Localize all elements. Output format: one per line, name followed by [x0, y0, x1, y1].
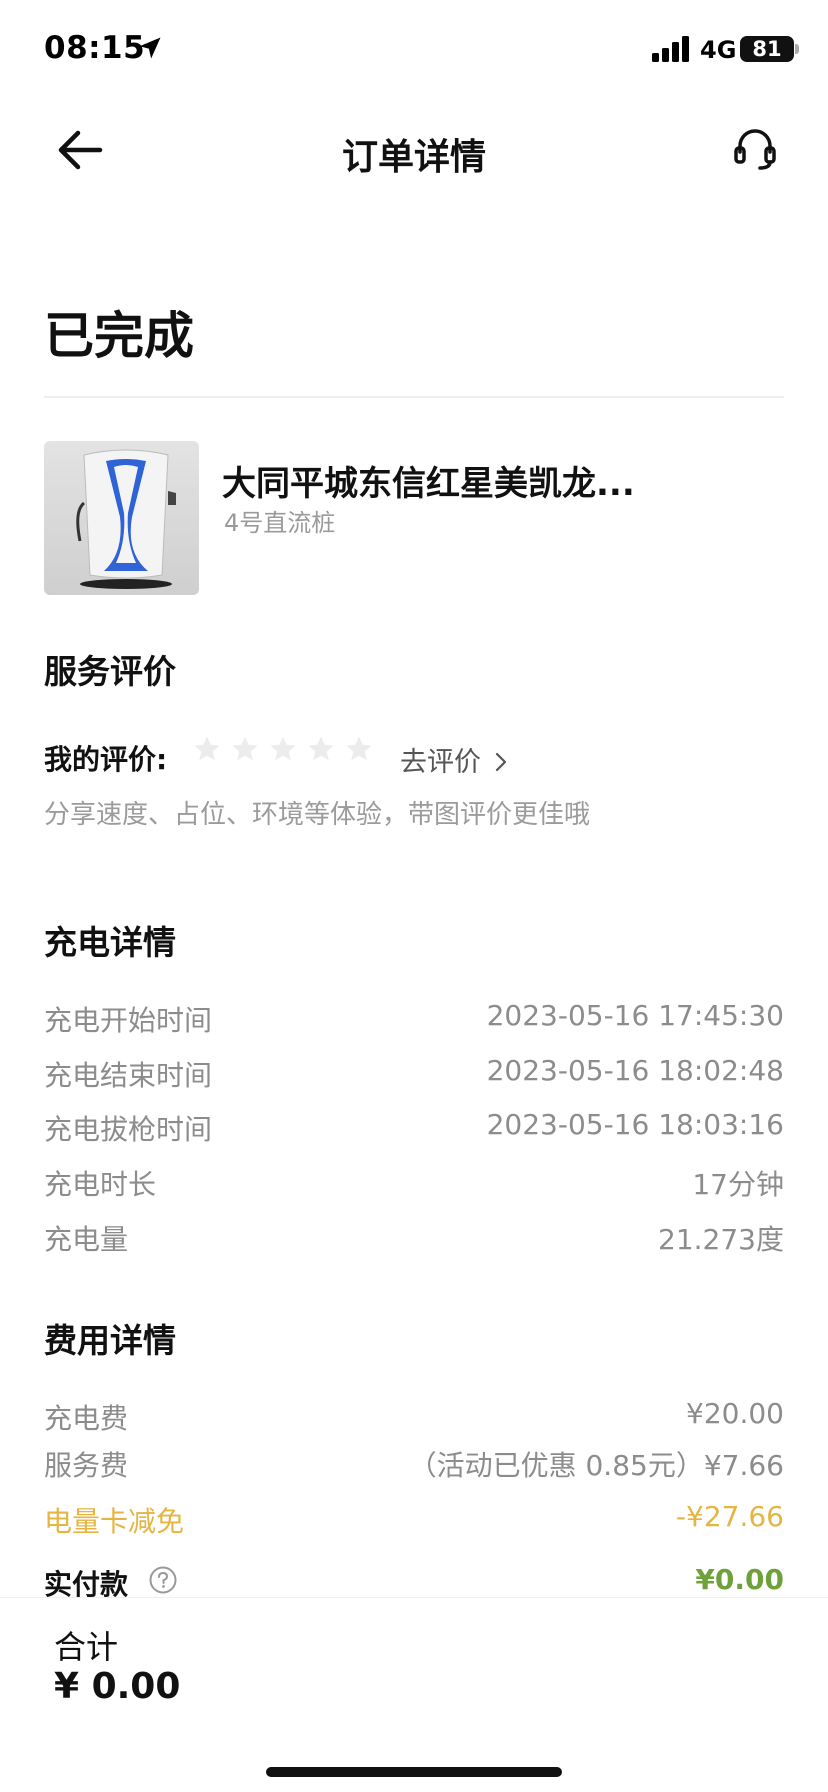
star-icon[interactable]	[268, 734, 298, 764]
detail-label: 充电时长	[44, 1168, 157, 1201]
detail-value: 2023-05-16 17:45:30	[486, 999, 784, 1032]
nav-bar: 订单详情	[0, 110, 828, 190]
fee-row-service: 服务费 （活动已优惠 0.85元）¥7.66	[44, 1444, 784, 1484]
detail-label: 充电开始时间	[44, 1004, 213, 1037]
charging-pile-label: 4号直流桩	[224, 509, 336, 537]
fee-value: （活动已优惠 0.85元）¥7.66	[408, 1449, 784, 1482]
star-icon[interactable]	[192, 734, 222, 764]
fees-section-title: 费用详情	[44, 1321, 176, 1360]
charger-illustration	[76, 449, 176, 589]
page-title: 订单详情	[341, 137, 486, 178]
detail-label: 充电量	[44, 1223, 129, 1256]
bottom-summary-bar: 合计 ¥ 0.00	[0, 1597, 828, 1792]
detail-value: 2023-05-16 18:02:48	[486, 1054, 784, 1087]
fee-label: 服务费	[44, 1449, 129, 1482]
total-label: 合计	[54, 1628, 119, 1666]
detail-label: 充电结束时间	[44, 1059, 213, 1092]
detail-row-start-time: 充电开始时间 2023-05-16 17:45:30	[44, 999, 784, 1039]
my-rating-label: 我的评价:	[44, 743, 168, 776]
status-time: 08:15	[44, 30, 146, 66]
star-icon[interactable]	[344, 734, 374, 764]
status-bar: 08:15 4G 81	[0, 0, 828, 100]
detail-value: 21.273度	[658, 1223, 784, 1256]
headset-icon[interactable]	[732, 126, 778, 172]
go-rate-label: 去评价	[400, 747, 481, 778]
network-type: 4G	[700, 36, 737, 64]
go-rate-link[interactable]: 去评价	[400, 740, 508, 779]
fee-row-card-discount: 电量卡减免 -¥27.66	[44, 1500, 784, 1540]
charging-section-title: 充电详情	[44, 923, 176, 962]
fee-value: -¥27.66	[675, 1500, 784, 1533]
star-icon[interactable]	[306, 734, 336, 764]
rating-stars[interactable]	[192, 734, 374, 770]
review-hint: 分享速度、占位、环境等体验，带图评价更佳哦	[44, 800, 591, 830]
detail-value: 2023-05-16 18:03:16	[486, 1108, 784, 1141]
question-circle-icon[interactable]	[148, 1565, 178, 1595]
fee-row-charge: 充电费 ¥20.00	[44, 1397, 784, 1437]
charger-image	[44, 441, 199, 595]
review-section-title: 服务评价	[44, 652, 176, 691]
detail-row-end-time: 充电结束时间 2023-05-16 18:02:48	[44, 1054, 784, 1094]
order-status: 已完成	[44, 307, 194, 365]
star-icon[interactable]	[230, 734, 260, 764]
chevron-right-icon	[495, 752, 506, 772]
detail-row-energy: 充电量 21.273度	[44, 1218, 784, 1258]
detail-row-duration: 充电时长 17分钟	[44, 1163, 784, 1203]
detail-label: 充电拔枪时间	[44, 1113, 213, 1146]
station-name[interactable]: 大同平城东信红星美凯龙...	[222, 456, 635, 505]
detail-value: 17分钟	[692, 1168, 784, 1201]
location-arrow-icon	[139, 37, 161, 59]
divider	[44, 396, 784, 398]
fee-value: ¥20.00	[686, 1397, 784, 1430]
home-indicator[interactable]	[266, 1767, 562, 1777]
total-value: ¥ 0.00	[54, 1666, 181, 1707]
signal-icon	[652, 36, 689, 62]
detail-row-unplug-time: 充电拔枪时间 2023-05-16 18:03:16	[44, 1108, 784, 1148]
fee-value: ¥0.00	[695, 1563, 784, 1596]
battery-cap	[795, 44, 799, 54]
fee-label: 充电费	[44, 1402, 129, 1435]
fee-label: 电量卡减免	[44, 1505, 185, 1538]
battery-level: 81	[740, 36, 794, 62]
